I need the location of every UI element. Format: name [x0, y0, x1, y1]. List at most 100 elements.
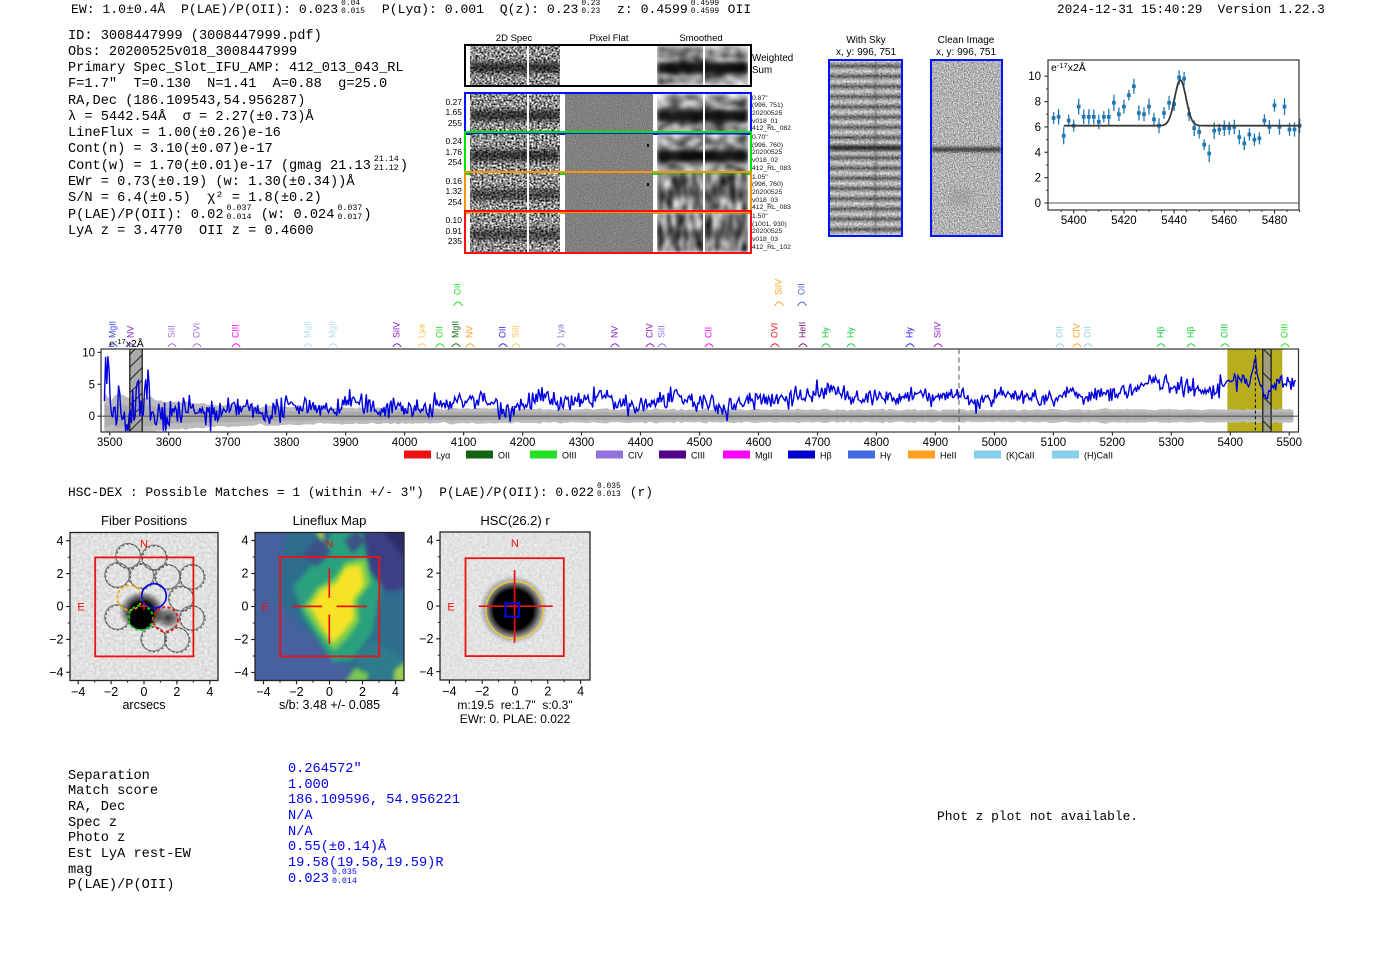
svg-text:4: 4: [577, 685, 584, 699]
svg-text:OVI: OVI: [191, 323, 201, 338]
svg-text:CIV: CIV: [1071, 323, 1081, 338]
svg-text:arcsecs: arcsecs: [122, 698, 165, 712]
svg-text:5000: 5000: [982, 437, 1008, 449]
svg-text:−2: −2: [289, 685, 303, 699]
svg-text:E: E: [447, 602, 454, 614]
svg-text:SiII: SiII: [510, 325, 520, 338]
svg-text:OVI: OVI: [769, 323, 779, 338]
svg-text:4300: 4300: [569, 437, 595, 449]
svg-text:Lya: Lya: [416, 324, 426, 338]
svg-text:MgII: MgII: [302, 321, 312, 338]
svg-text:−4: −4: [71, 685, 85, 699]
svg-text:Hγ: Hγ: [880, 451, 891, 461]
svg-text:0: 0: [141, 685, 148, 699]
svg-text:SiIV: SiIV: [391, 322, 401, 338]
svg-text:OII: OII: [434, 326, 444, 338]
svg-text:5500: 5500: [1277, 437, 1303, 449]
svg-text:MgII: MgII: [327, 321, 337, 338]
svg-text:EWr: 0. PLAE: 0.022: EWr: 0. PLAE: 0.022: [460, 712, 571, 726]
svg-text:0: 0: [512, 685, 519, 699]
svg-text:Lya: Lya: [555, 324, 565, 338]
svg-text:MgII: MgII: [107, 321, 117, 338]
svg-text:4100: 4100: [451, 437, 477, 449]
svg-text:5300: 5300: [1159, 437, 1185, 449]
svg-text:CIV: CIV: [628, 451, 643, 461]
svg-text:4700: 4700: [805, 437, 831, 449]
svg-text:Hy: Hy: [845, 327, 855, 338]
svg-text:OII: OII: [498, 451, 510, 461]
svg-text:4: 4: [57, 534, 64, 548]
svg-text:3500: 3500: [97, 437, 123, 449]
svg-text:5460: 5460: [1212, 215, 1238, 225]
svg-text:−2: −2: [49, 633, 63, 647]
svg-text:−4: −4: [256, 685, 270, 699]
svg-text:NV: NV: [464, 326, 474, 338]
svg-text:NV: NV: [125, 326, 135, 338]
svg-text:−2: −2: [475, 685, 489, 699]
svg-text:−2: −2: [419, 632, 433, 646]
svg-text:2: 2: [359, 685, 366, 699]
svg-text:4000: 4000: [392, 437, 418, 449]
svg-text:OII: OII: [796, 283, 806, 295]
svg-text:N: N: [140, 539, 148, 551]
svg-text:3600: 3600: [156, 437, 182, 449]
svg-text:3700: 3700: [215, 437, 241, 449]
svg-text:0: 0: [89, 411, 95, 423]
svg-text:(K)CaII: (K)CaII: [1006, 451, 1035, 461]
svg-text:−4: −4: [234, 666, 248, 680]
svg-text:N: N: [326, 539, 334, 551]
svg-text:SiIV: SiIV: [773, 279, 783, 295]
svg-text:−4: −4: [419, 665, 433, 679]
svg-text:SiII: SiII: [656, 325, 666, 338]
svg-text:Lyα: Lyα: [436, 451, 450, 461]
svg-text:Hy: Hy: [820, 327, 830, 338]
svg-text:6: 6: [1035, 122, 1041, 134]
svg-text:5420: 5420: [1111, 215, 1137, 225]
svg-text:HeII: HeII: [940, 451, 957, 461]
svg-text:5440: 5440: [1161, 215, 1187, 225]
svg-text:0: 0: [57, 600, 64, 614]
svg-text:4: 4: [392, 685, 399, 699]
svg-text:2: 2: [427, 566, 434, 580]
svg-text:OII: OII: [1082, 326, 1092, 338]
svg-text:MgII: MgII: [450, 321, 460, 338]
svg-text:4600: 4600: [746, 437, 772, 449]
svg-text:5200: 5200: [1100, 437, 1126, 449]
svg-text:0: 0: [427, 599, 434, 613]
svg-text:E: E: [262, 602, 269, 614]
svg-text:5400: 5400: [1218, 437, 1244, 449]
svg-text:5480: 5480: [1262, 215, 1288, 225]
svg-text:Fiber Positions: Fiber Positions: [101, 513, 187, 528]
svg-text:2: 2: [544, 685, 551, 699]
svg-text:4: 4: [206, 685, 213, 699]
svg-text:3800: 3800: [274, 437, 300, 449]
svg-text:MgII: MgII: [755, 451, 773, 461]
svg-text:0: 0: [326, 685, 333, 699]
svg-text:CII: CII: [703, 327, 713, 338]
svg-text:10: 10: [1028, 71, 1041, 83]
svg-text:2: 2: [242, 567, 249, 581]
svg-text:(H)CaII: (H)CaII: [1084, 451, 1113, 461]
svg-text:OII: OII: [1054, 326, 1064, 338]
svg-text:−2: −2: [104, 685, 118, 699]
svg-text:−2: −2: [234, 633, 248, 647]
svg-text:CIII: CIII: [230, 324, 240, 338]
svg-text:Lineflux Map: Lineflux Map: [293, 513, 367, 528]
svg-text:4400: 4400: [628, 437, 654, 449]
svg-text:SiII: SiII: [166, 325, 176, 338]
svg-text:2: 2: [1035, 173, 1041, 185]
svg-text:Hβ: Hβ: [1155, 327, 1165, 338]
svg-text:5400: 5400: [1061, 215, 1087, 225]
svg-text:s/b: 3.48 +/- 0.085: s/b: 3.48 +/- 0.085: [279, 698, 380, 712]
svg-text:OIII: OIII: [1219, 324, 1229, 338]
svg-text:0: 0: [1035, 198, 1041, 210]
svg-text:4200: 4200: [510, 437, 536, 449]
svg-text:4: 4: [242, 534, 249, 548]
svg-text:HSC(26.2) r: HSC(26.2) r: [480, 513, 550, 528]
svg-text:5: 5: [89, 379, 95, 391]
svg-text:2: 2: [173, 685, 180, 699]
svg-text:NV: NV: [609, 326, 619, 338]
svg-text:−4: −4: [442, 685, 456, 699]
svg-text:3900: 3900: [333, 437, 359, 449]
svg-text:SiIV: SiIV: [932, 322, 942, 338]
